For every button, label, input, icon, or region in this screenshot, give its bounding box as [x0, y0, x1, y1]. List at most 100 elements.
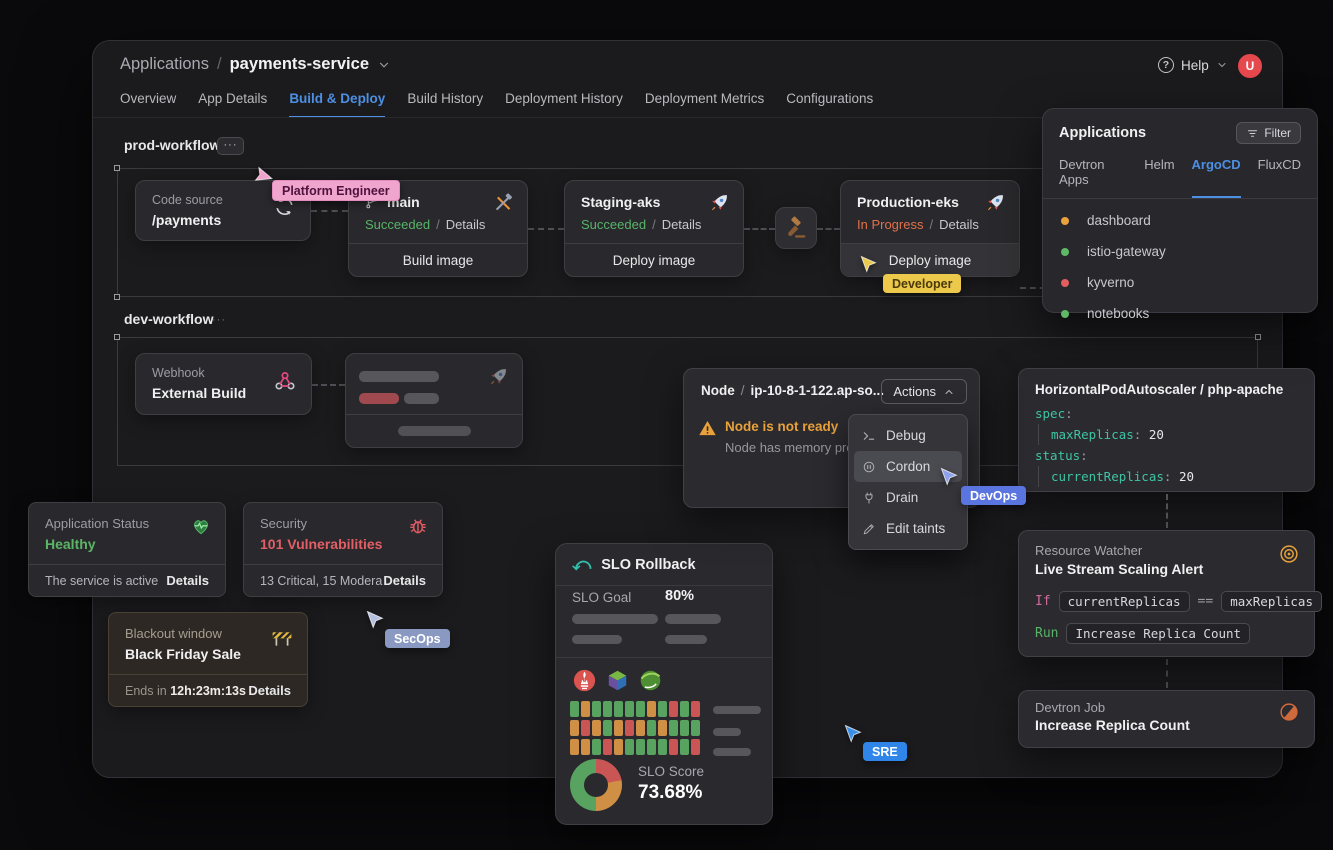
tab-configurations[interactable]: Configurations [786, 91, 873, 118]
secops-tag: SecOps [385, 629, 450, 648]
slo-heatmap [570, 701, 700, 758]
security-label: Security [260, 516, 307, 531]
filter-button[interactable]: Filter [1236, 122, 1301, 144]
tab-devtron-apps[interactable]: Devtron Apps [1059, 157, 1127, 198]
app-list-item-dashboard[interactable]: dashboard [1043, 205, 1317, 236]
tab-build-and-deploy[interactable]: Build & Deploy [289, 91, 385, 118]
status-dot [1061, 217, 1069, 225]
divider [556, 657, 772, 658]
production-details-link[interactable]: Details [939, 217, 979, 232]
app-name: notebooks [1087, 306, 1149, 321]
filter-icon [1246, 127, 1259, 140]
menu-item-label: Cordon [886, 459, 930, 474]
filter-label: Filter [1264, 126, 1291, 140]
security-footer-text: 13 Critical, 15 Modera... [260, 574, 383, 588]
menu-item-debug[interactable]: Debug [854, 420, 962, 451]
staging-deploy-image-action[interactable]: Deploy image [565, 243, 743, 276]
app-list-item-kyverno[interactable]: kyverno [1043, 267, 1317, 298]
sre-cursor [842, 723, 863, 749]
heart-pulse-icon [190, 515, 212, 537]
blackout-footer: Ends in 12h:23m:13s Details [109, 674, 307, 706]
panel-connector [1166, 494, 1168, 528]
staging-status: Succeeded [581, 217, 646, 232]
help-menu[interactable]: ? Help [1158, 57, 1228, 73]
skeleton-bar [665, 614, 721, 624]
build-image-action[interactable]: Build image [349, 243, 527, 276]
node-warning: Node is not ready Node has memory pre... [698, 419, 864, 455]
prometheus-icon [572, 668, 597, 693]
staging-details-link[interactable]: Details [662, 217, 702, 232]
platform-engineer-tag: Platform Engineer [272, 180, 400, 201]
job-label: Devtron Job [1019, 691, 1314, 715]
blackout-details-link[interactable]: Details [248, 683, 291, 698]
webhook-source-card[interactable]: Webhook External Build [135, 353, 312, 415]
app-list-item-notebooks[interactable]: notebooks [1043, 298, 1317, 329]
security-card[interactable]: Security 101 Vulnerabilities 13 Critical… [243, 502, 443, 597]
breadcrumb-section[interactable]: Applications [120, 55, 209, 74]
security-value: 101 Vulnerabilities [260, 536, 382, 552]
production-env-name: Production-eks [857, 194, 959, 210]
chevron-down-icon[interactable] [377, 58, 391, 72]
chevron-up-icon [943, 386, 955, 398]
blackout-window-card[interactable]: Blackout window Black Friday Sale Ends i… [108, 612, 308, 707]
skeleton-bar [713, 706, 761, 714]
developer-cursor [858, 254, 878, 279]
pipeline-connector [744, 228, 775, 230]
breadcrumb-app-name[interactable]: payments-service [230, 55, 369, 74]
approval-gate-node[interactable] [775, 207, 817, 249]
menu-item-label: Edit taints [886, 521, 945, 536]
tab-argocd[interactable]: ArgoCD [1192, 157, 1241, 198]
slo-header: ⤺ SLO Rollback [556, 544, 772, 586]
tab-deployment-metrics[interactable]: Deployment Metrics [645, 91, 764, 118]
skeleton-bar [713, 728, 741, 736]
skeleton-bar [713, 748, 751, 756]
application-status-card[interactable]: Application Status Healthy The service i… [28, 502, 226, 597]
tab-overview[interactable]: Overview [120, 91, 176, 118]
tab-deployment-history[interactable]: Deployment History [505, 91, 623, 118]
app-list-item-istio-gateway[interactable]: istio-gateway [1043, 236, 1317, 267]
watcher-label: Resource Watcher [1019, 531, 1314, 558]
chevron-down-icon [1216, 59, 1228, 71]
canvas-handle[interactable] [114, 334, 120, 340]
watcher-title: Live Stream Scaling Alert [1019, 558, 1314, 577]
condition-left-operand: currentReplicas [1059, 591, 1190, 612]
tab-build-history[interactable]: Build History [407, 91, 483, 118]
status-dot [1061, 310, 1069, 318]
app-name: istio-gateway [1087, 244, 1166, 259]
staging-deploy-card[interactable]: Staging-aks Succeeded / Details Deploy i… [564, 180, 744, 277]
tab-helm[interactable]: Helm [1144, 157, 1174, 198]
dev-workflow-more-button[interactable]: ··· [212, 314, 226, 326]
node-name: ip-10-8-1-122.ap-so... [751, 383, 885, 398]
app-name: dashboard [1087, 213, 1151, 228]
canvas-handle[interactable] [114, 165, 120, 171]
security-details-link[interactable]: Details [383, 573, 426, 588]
yaml-line: status: [1035, 445, 1298, 466]
application-status-footer: The service is active Details [29, 564, 225, 596]
node-title-prefix: Node [701, 383, 735, 398]
condition-operator: == [1198, 594, 1214, 609]
webhook-value: External Build [152, 385, 246, 401]
breadcrumb-separator: / [217, 55, 222, 74]
webhook-icon [273, 369, 297, 393]
application-status-details-link[interactable]: Details [166, 573, 209, 588]
slo-rollback-panel: ⤺ SLO Rollback SLO Goal 80% SLO Score 73… [555, 543, 773, 825]
blackout-countdown: 12h:23m:13s [170, 684, 246, 698]
menu-item-edit-taints[interactable]: Edit taints [854, 513, 962, 544]
application-status-label: Application Status [45, 516, 149, 531]
hpa-title: HorizontalPodAutoscaler / php-apache [1019, 369, 1314, 403]
yaml-line: spec: [1035, 403, 1298, 424]
tab-fluxcd[interactable]: FluxCD [1258, 157, 1301, 198]
sphere-logo-icon [638, 668, 663, 693]
tab-app-details[interactable]: App Details [198, 91, 267, 118]
job-progress-icon [1278, 701, 1300, 723]
prod-workflow-more-button[interactable]: ··· [217, 137, 244, 155]
node-actions-button[interactable]: Actions [881, 379, 967, 404]
app-tabs: Overview App Details Build & Deploy Buil… [120, 91, 873, 118]
build-details-link[interactable]: Details [446, 217, 486, 232]
canvas-handle[interactable] [1255, 334, 1261, 340]
warning-icon [698, 419, 717, 438]
approval-gavel-icon [784, 216, 808, 240]
user-avatar[interactable]: U [1238, 54, 1262, 78]
canvas-handle[interactable] [114, 294, 120, 300]
pencil-icon [862, 522, 877, 536]
